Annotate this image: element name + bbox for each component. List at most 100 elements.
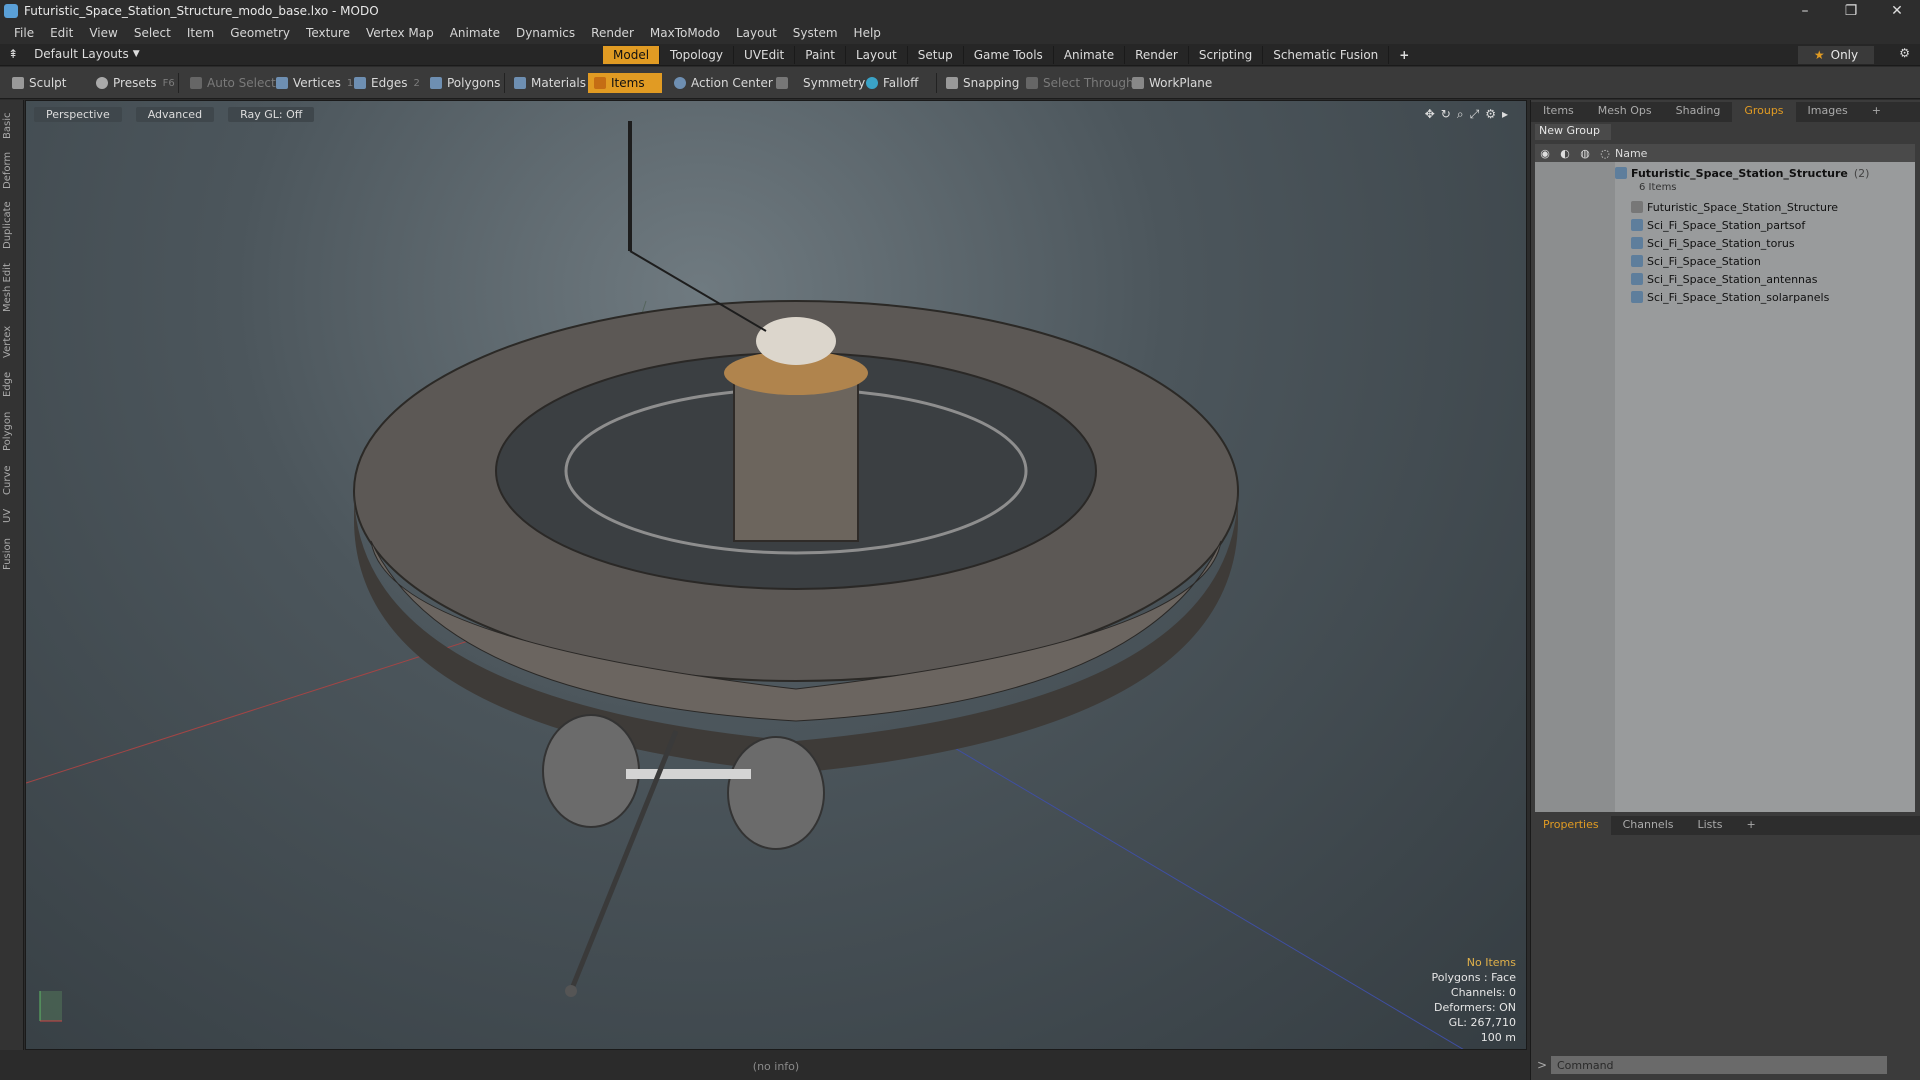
- viewport-settings-icon[interactable]: ⚙: [1485, 107, 1496, 122]
- tab-setup[interactable]: Setup: [908, 46, 964, 64]
- falloff-button[interactable]: Falloff: [860, 73, 924, 93]
- select-icon[interactable]: ◌: [1595, 147, 1615, 160]
- close-button[interactable]: ✕: [1874, 0, 1920, 22]
- strip-tab-edge[interactable]: Edge: [2, 366, 22, 402]
- list-item[interactable]: Sci_Fi_Space_Station_antennas: [1631, 270, 1818, 288]
- list-item[interactable]: Sci_Fi_Space_Station: [1631, 252, 1761, 270]
- tab-paint[interactable]: Paint: [795, 46, 846, 64]
- strip-tab-deform[interactable]: Deform: [2, 148, 22, 192]
- title-bar: Futuristic_Space_Station_Structure_modo_…: [0, 0, 1920, 22]
- tab-animate[interactable]: Animate: [1054, 46, 1126, 64]
- tab-properties[interactable]: Properties: [1531, 816, 1611, 836]
- menu-layout[interactable]: Layout: [736, 26, 777, 40]
- list-item[interactable]: Futuristic_Space_Station_Structure: [1631, 198, 1838, 216]
- edges-button[interactable]: Edges 2: [348, 73, 426, 93]
- snapping-button[interactable]: Snapping: [940, 73, 1025, 93]
- raygl-toggle[interactable]: Ray GL: Off: [228, 107, 315, 122]
- menu-file[interactable]: File: [14, 26, 34, 40]
- symmetry-label: Symmetry: [803, 76, 866, 90]
- render-icon[interactable]: ◐: [1555, 147, 1575, 160]
- menu-system[interactable]: System: [793, 26, 838, 40]
- menu-maxtomodo[interactable]: MaxToModo: [650, 26, 720, 40]
- menu-dynamics[interactable]: Dynamics: [516, 26, 575, 40]
- tab-uvedit[interactable]: UVEdit: [734, 46, 796, 64]
- strip-tab-duplicate[interactable]: Duplicate: [2, 196, 22, 254]
- tab-layout[interactable]: Layout: [846, 46, 908, 64]
- gear-icon[interactable]: ⚙: [1899, 46, 1910, 60]
- pan-icon[interactable]: ✥: [1425, 107, 1435, 122]
- menu-vertex-map[interactable]: Vertex Map: [366, 26, 434, 40]
- menu-geometry[interactable]: Geometry: [230, 26, 290, 40]
- polygons-button[interactable]: Polygons: [424, 73, 506, 93]
- list-item[interactable]: Sci_Fi_Space_Station_partsof: [1631, 216, 1805, 234]
- tab-game-tools[interactable]: Game Tools: [964, 46, 1054, 64]
- eye-icon[interactable]: ◉: [1535, 147, 1555, 160]
- tab-images[interactable]: Images: [1796, 102, 1860, 122]
- menu-view[interactable]: View: [89, 26, 117, 40]
- minimize-button[interactable]: –: [1782, 0, 1828, 22]
- zoom-icon[interactable]: ⌕: [1457, 107, 1464, 122]
- menu-render[interactable]: Render: [591, 26, 634, 40]
- symmetry-button[interactable]: Symmetry: [770, 73, 871, 93]
- menu-animate[interactable]: Animate: [450, 26, 500, 40]
- menu-edit[interactable]: Edit: [50, 26, 73, 40]
- menu-help[interactable]: Help: [854, 26, 881, 40]
- action-center-button[interactable]: Action Center: [668, 73, 779, 93]
- add-panel-tab-icon[interactable]: +: [1860, 102, 1893, 122]
- tool-strip: Basic Deform Duplicate Mesh Edit Vertex …: [0, 100, 24, 1050]
- sculpt-button[interactable]: Sculpt: [6, 73, 72, 93]
- strip-tab-mesh-edit[interactable]: Mesh Edit: [2, 258, 22, 318]
- new-group-button[interactable]: New Group: [1535, 124, 1611, 140]
- presets-button[interactable]: Presets F6: [90, 73, 181, 93]
- tab-shading[interactable]: Shading: [1664, 102, 1733, 122]
- items-button[interactable]: Items: [588, 73, 662, 93]
- list-item[interactable]: Sci_Fi_Space_Station_solarpanels: [1631, 288, 1829, 306]
- select-through-button[interactable]: Select Through: [1020, 73, 1140, 93]
- tab-groups[interactable]: Groups: [1732, 102, 1796, 122]
- tab-scripting[interactable]: Scripting: [1189, 46, 1264, 64]
- list-item[interactable]: Sci_Fi_Space_Station_torus: [1631, 234, 1795, 252]
- rotate-icon[interactable]: ↻: [1441, 107, 1451, 122]
- tab-model[interactable]: Model: [603, 46, 661, 64]
- tab-render[interactable]: Render: [1125, 46, 1189, 64]
- add-tab-icon[interactable]: +: [1389, 46, 1419, 64]
- only-button[interactable]: ★ Only: [1798, 46, 1874, 64]
- command-input[interactable]: Command: [1551, 1056, 1887, 1074]
- strip-tab-polygon[interactable]: Polygon: [2, 406, 22, 456]
- strip-tab-fusion[interactable]: Fusion: [2, 532, 22, 576]
- tab-topology[interactable]: Topology: [660, 46, 735, 64]
- add-properties-tab-icon[interactable]: +: [1734, 816, 1767, 836]
- workplane-button[interactable]: WorkPlane: [1126, 73, 1218, 93]
- viewport-expand-icon[interactable]: ▸: [1502, 107, 1508, 122]
- strip-tab-curve[interactable]: Curve: [2, 460, 22, 500]
- sculpt-label: Sculpt: [29, 76, 67, 90]
- strip-tab-basic[interactable]: Basic: [2, 108, 22, 144]
- auto-select-button[interactable]: Auto Select: [184, 73, 282, 93]
- menu-select[interactable]: Select: [134, 26, 171, 40]
- fit-icon[interactable]: ⤢: [1470, 107, 1480, 122]
- tab-items[interactable]: Items: [1531, 102, 1586, 122]
- strip-tab-uv[interactable]: UV: [2, 504, 22, 528]
- advanced-dropdown[interactable]: Advanced: [135, 107, 215, 122]
- z-axis-line: [925, 730, 1464, 1049]
- action-center-icon: [674, 77, 686, 89]
- symmetry-icon: [776, 77, 788, 89]
- 3d-viewport[interactable]: Perspective Advanced Ray GL: Off ✥ ↻ ⌕ ⤢…: [25, 100, 1527, 1050]
- tab-lists[interactable]: Lists: [1686, 816, 1735, 836]
- lock-icon[interactable]: ◍: [1575, 147, 1595, 160]
- vertices-button[interactable]: Vertices 1: [270, 73, 359, 93]
- perspective-dropdown[interactable]: Perspective: [34, 107, 122, 122]
- menu-item[interactable]: Item: [187, 26, 214, 40]
- list-item-label: Sci_Fi_Space_Station_solarpanels: [1647, 290, 1830, 304]
- layout-selector[interactable]: ⇞ Default Layouts ▼: [8, 47, 140, 61]
- menu-texture[interactable]: Texture: [306, 26, 350, 40]
- materials-button[interactable]: Materials: [508, 73, 592, 93]
- edges-key: 2: [413, 77, 420, 89]
- tab-schematic-fusion[interactable]: Schematic Fusion: [1263, 46, 1390, 64]
- tab-mesh-ops[interactable]: Mesh Ops: [1586, 102, 1664, 122]
- strip-tab-vertex[interactable]: Vertex: [2, 322, 22, 362]
- name-column-header[interactable]: Name: [1615, 147, 1647, 160]
- dish-boom: [626, 769, 751, 779]
- tab-channels[interactable]: Channels: [1611, 816, 1686, 836]
- restore-button[interactable]: ❐: [1828, 0, 1874, 22]
